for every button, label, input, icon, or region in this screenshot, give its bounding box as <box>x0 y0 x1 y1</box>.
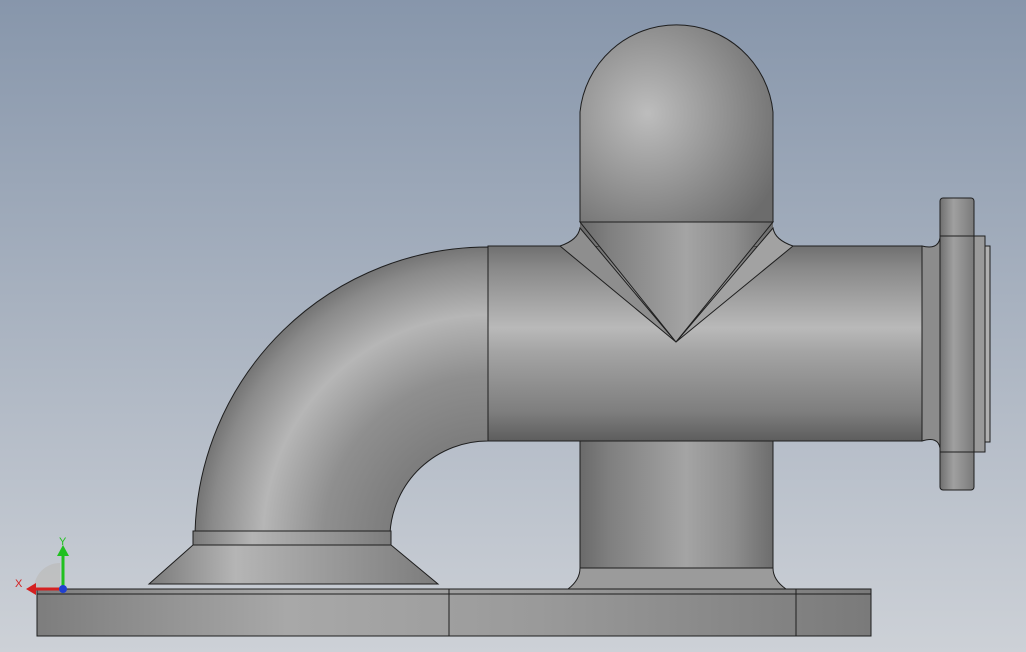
triad-x-label: X <box>15 578 23 590</box>
base-plate[interactable] <box>36 588 872 637</box>
triad-y-label: Y <box>59 536 67 548</box>
z-axis-dot-icon <box>59 585 67 593</box>
model-view-canvas[interactable]: Y X <box>0 0 1026 652</box>
cad-graphics-viewport[interactable]: Y X <box>0 0 1026 652</box>
lower-vertical-pipe[interactable] <box>566 440 788 590</box>
